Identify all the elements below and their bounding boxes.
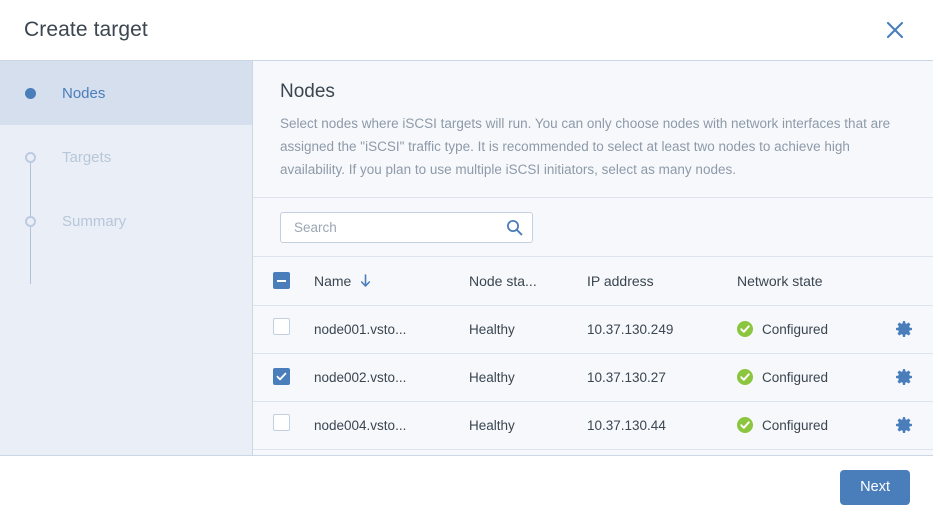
search-section <box>253 198 933 257</box>
network-state-label: Configured <box>762 322 828 337</box>
node-status: Healthy <box>469 418 587 433</box>
check-circle-icon <box>737 369 753 385</box>
wizard-steps-sidebar: Nodes Targets Summary <box>0 61 253 455</box>
network-state-label: Configured <box>762 370 828 385</box>
step-dot-pending-icon <box>18 152 43 163</box>
row-select-cell <box>253 401 314 449</box>
column-header-label: Name <box>314 273 351 289</box>
cell-ip-address: 10.37.130.44 <box>587 401 737 449</box>
row-select-cell <box>253 353 314 401</box>
wizard-step-label: Nodes <box>62 85 105 102</box>
wizard-step-summary[interactable]: Summary <box>0 189 252 253</box>
intro-section: Nodes Select nodes where iSCSI targets w… <box>253 61 933 198</box>
select-all-checkbox[interactable] <box>273 272 290 289</box>
wizard-step-label: Summary <box>62 213 126 230</box>
column-header-name[interactable]: Name <box>314 257 469 305</box>
create-target-dialog: Create target Nodes Targets <box>0 0 933 518</box>
table-row[interactable]: node001.vsto... Healthy 10.37.130.249 <box>253 305 933 353</box>
table-header-row: Name Node sta.. <box>253 257 933 305</box>
column-header-label: Network state <box>737 273 823 289</box>
select-all-header-cell <box>253 257 314 305</box>
wizard-step-label: Targets <box>62 149 111 166</box>
cell-network-state: Configured <box>737 305 892 353</box>
cell-actions <box>892 305 933 353</box>
dialog-title: Create target <box>0 18 148 42</box>
node-name: node002.vsto... <box>314 370 469 385</box>
network-state-label: Configured <box>762 418 828 433</box>
column-header-actions <box>892 257 933 305</box>
column-header-network-state[interactable]: Network state <box>737 257 892 305</box>
cell-node-status: Healthy <box>469 305 587 353</box>
search-box[interactable] <box>280 212 533 243</box>
search-input[interactable] <box>292 219 506 236</box>
step-dot-pending-icon <box>18 216 43 227</box>
cell-ip-address: 10.37.130.27 <box>587 353 737 401</box>
column-header-node-status[interactable]: Node sta... <box>469 257 587 305</box>
cell-name: node002.vsto... <box>314 353 469 401</box>
node-name: node004.vsto... <box>314 418 469 433</box>
nodes-table-container: Name Node sta.. <box>253 257 933 455</box>
cell-name: node004.vsto... <box>314 401 469 449</box>
check-circle-icon <box>737 417 753 433</box>
next-button[interactable]: Next <box>840 470 910 505</box>
dialog-footer: Next <box>0 456 933 518</box>
row-checkbox[interactable] <box>273 318 290 335</box>
cell-actions <box>892 401 933 449</box>
node-name: node001.vsto... <box>314 322 469 337</box>
cell-node-status: Healthy <box>469 353 587 401</box>
cell-ip-address: 10.37.130.249 <box>587 305 737 353</box>
cell-actions <box>892 353 933 401</box>
dialog-body: Nodes Targets Summary Nodes Select nodes… <box>0 60 933 456</box>
gear-icon[interactable] <box>892 317 916 341</box>
cell-network-state: Configured <box>737 401 892 449</box>
page-title: Nodes <box>280 81 906 103</box>
row-select-cell <box>253 305 314 353</box>
cell-name: node001.vsto... <box>314 305 469 353</box>
nodes-table: Name Node sta.. <box>253 257 933 450</box>
table-row[interactable]: node002.vsto... Healthy 10.37.130.27 <box>253 353 933 401</box>
step-dot-active-icon <box>18 88 43 99</box>
node-status: Healthy <box>469 322 587 337</box>
node-ip: 10.37.130.27 <box>587 370 737 385</box>
close-icon[interactable] <box>875 10 915 50</box>
row-checkbox[interactable] <box>273 368 290 385</box>
node-status: Healthy <box>469 370 587 385</box>
column-header-label: Node sta... <box>469 273 537 289</box>
node-ip: 10.37.130.249 <box>587 322 737 337</box>
node-ip: 10.37.130.44 <box>587 418 737 433</box>
gear-icon[interactable] <box>892 365 916 389</box>
wizard-content-pane: Nodes Select nodes where iSCSI targets w… <box>253 61 933 455</box>
wizard-step-nodes[interactable]: Nodes <box>0 61 252 125</box>
dialog-header: Create target <box>0 0 933 60</box>
cell-node-status: Healthy <box>469 401 587 449</box>
cell-network-state: Configured <box>737 353 892 401</box>
check-circle-icon <box>737 321 753 337</box>
column-header-ip-address[interactable]: IP address <box>587 257 737 305</box>
column-header-label: IP address <box>587 273 654 289</box>
gear-icon[interactable] <box>892 413 916 437</box>
page-description: Select nodes where iSCSI targets will ru… <box>280 112 895 181</box>
row-checkbox[interactable] <box>273 414 290 431</box>
table-row[interactable]: node004.vsto... Healthy 10.37.130.44 <box>253 401 933 449</box>
arrow-down-icon <box>360 274 371 288</box>
wizard-step-targets[interactable]: Targets <box>0 125 252 189</box>
search-icon[interactable] <box>506 219 523 236</box>
